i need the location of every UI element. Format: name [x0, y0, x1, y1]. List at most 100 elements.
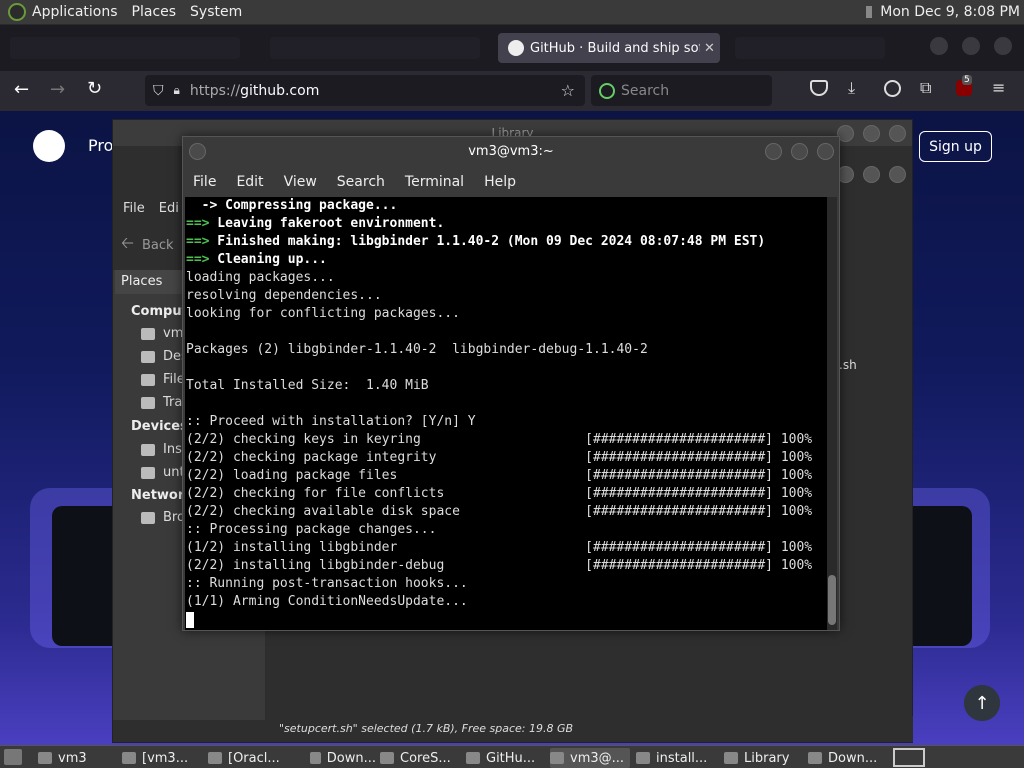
taskbar-item[interactable]: GitHu... [466, 748, 548, 768]
workspace-switcher-icon[interactable] [893, 748, 925, 767]
scroll-top-button[interactable]: ↑ [964, 685, 1000, 721]
shield-icon[interactable]: ⛉ [153, 83, 164, 99]
pocket-icon[interactable] [810, 80, 828, 96]
taskbar-item-label: Down... [828, 750, 878, 766]
desktop: Applications Places System Mon Dec 9, 8:… [0, 0, 1024, 768]
desktop-icon [141, 351, 155, 363]
menu-edit[interactable]: Edi [159, 201, 179, 216]
close-icon[interactable] [889, 125, 906, 142]
close-icon[interactable] [994, 37, 1012, 55]
terminal-line: (2/2) checking for file conflicts [#####… [186, 485, 827, 503]
trash-icon [141, 397, 155, 409]
window-icon [310, 752, 321, 764]
show-desktop-icon[interactable] [4, 749, 22, 765]
menu-applications[interactable]: Applications [32, 4, 118, 20]
bookmark-star-icon[interactable]: ☆ [561, 81, 575, 100]
menu-places[interactable]: Places [132, 4, 177, 20]
search-field[interactable]: Search [591, 75, 772, 106]
forward-icon[interactable]: → [50, 79, 65, 100]
taskbar-item-label: Library [744, 750, 790, 766]
terminal-line-text: :: Processing package changes... [186, 522, 437, 537]
back-icon[interactable]: ← [14, 79, 29, 100]
search-engine-icon[interactable] [599, 82, 615, 99]
terminal-line-text: loading packages... [186, 270, 335, 285]
taskbar-item[interactable]: Down... [808, 748, 888, 768]
terminal-line-text: (2/2) checking package integrity [######… [186, 450, 813, 465]
taskbar-item[interactable]: CoreS... [380, 748, 462, 768]
distro-logo-icon[interactable] [8, 3, 26, 21]
url-text[interactable]: https://github.com [190, 83, 319, 99]
scrollbar-thumb[interactable] [828, 575, 836, 625]
tab-background[interactable] [735, 37, 885, 59]
menu-search[interactable]: Search [337, 174, 385, 190]
window-icon [466, 752, 480, 764]
minimize-icon[interactable] [189, 143, 206, 160]
terminal-output[interactable]: -> Compressing package... ==> Leaving fak… [185, 197, 827, 630]
menu-system[interactable]: System [190, 4, 242, 20]
network-icon [141, 512, 155, 524]
terminal-line: ==> Cleaning up... [186, 251, 827, 269]
terminal-cursor [186, 611, 194, 628]
network-indicator-icon[interactable] [866, 6, 873, 18]
window-icon [38, 752, 52, 764]
app-menu-icon[interactable]: ≡ [992, 78, 1005, 97]
terminal-line-text: (2/2) checking available disk space [###… [186, 504, 813, 519]
taskbar-item[interactable]: Down... [310, 748, 376, 768]
tab-title: GitHub · Build and ship soft [530, 40, 700, 56]
nav-product[interactable]: Pro [88, 136, 113, 155]
url-bar[interactable]: ⛉ 🔒︎ https://github.com ☆ [145, 75, 585, 106]
tab-background[interactable] [270, 37, 480, 59]
terminal-line-text: (1/1) Arming ConditionNeedsUpdate... [186, 594, 468, 609]
minimize-icon[interactable] [765, 143, 782, 160]
terminal-line: Packages (2) libgbinder-1.1.40-2 libgbin… [186, 341, 827, 359]
taskbar-item[interactable]: [Oracl... [208, 748, 306, 768]
taskbar-item-label: install... [656, 750, 708, 766]
taskbar-item[interactable]: Library [724, 748, 804, 768]
downloads-icon[interactable]: ⤓ [848, 78, 855, 98]
tab-close-icon[interactable]: ✕ [704, 41, 715, 56]
maximize-icon[interactable] [791, 143, 808, 160]
taskbar-item-label: vm3@... [570, 750, 625, 766]
terminal-line: :: Running post-transaction hooks... [186, 575, 827, 593]
taskbar-item[interactable]: vm3@... [550, 748, 630, 768]
sidebar-item-trash[interactable]: Tra [163, 395, 182, 410]
extensions-icon[interactable]: ⧉ [920, 78, 931, 98]
tab-background[interactable] [10, 37, 240, 59]
terminal-line: :: Proceed with installation? [Y/n] Y [186, 413, 827, 431]
taskbar-item[interactable]: [vm3... [122, 748, 204, 768]
taskbar-item[interactable]: vm3 [38, 748, 118, 768]
terminal-line: (2/2) checking package integrity [######… [186, 449, 827, 467]
back-arrow-icon: 🡠 [121, 233, 134, 252]
terminal-line-text: (2/2) checking for file conflicts [#####… [186, 486, 813, 501]
close-icon[interactable] [817, 143, 834, 160]
menu-file[interactable]: File [123, 201, 145, 216]
minimize-icon[interactable] [930, 37, 948, 55]
menu-view[interactable]: View [284, 174, 317, 190]
file-name-fragment[interactable]: .sh [839, 358, 857, 372]
maximize-icon[interactable] [863, 125, 880, 142]
lock-icon[interactable]: 🔒︎ [174, 83, 180, 98]
terminal-line-text: (2/2) loading package files [###########… [186, 468, 813, 483]
github-logo-icon[interactable] [33, 130, 65, 162]
clock[interactable]: Mon Dec 9, 8:08 PM [880, 4, 1020, 20]
menu-terminal[interactable]: Terminal [405, 174, 464, 190]
reload-icon[interactable]: ↻ [87, 78, 102, 99]
maximize-icon[interactable] [962, 37, 980, 55]
terminal-line: Total Installed Size: 1.40 MiB [186, 377, 827, 395]
menu-file[interactable]: File [193, 174, 216, 190]
menu-edit[interactable]: Edit [236, 174, 263, 190]
terminal-line: (1/1) Arming ConditionNeedsUpdate... [186, 593, 827, 611]
window-icon [550, 752, 564, 764]
maximize-icon[interactable] [863, 166, 880, 183]
terminal-lines: -> Compressing package... ==> Leaving fak… [185, 197, 827, 629]
terminal-scrollbar[interactable] [827, 197, 837, 630]
close-icon[interactable] [889, 166, 906, 183]
terminal-line-text: Total Installed Size: 1.40 MiB [186, 378, 429, 393]
menu-help[interactable]: Help [484, 174, 516, 190]
taskbar-item[interactable]: install... [636, 748, 720, 768]
window-icon [636, 752, 650, 764]
signup-button[interactable]: Sign up [919, 131, 992, 162]
account-icon[interactable] [884, 80, 901, 97]
back-button[interactable]: 🡠 Back [121, 232, 174, 259]
tab-github[interactable]: GitHub · Build and ship soft ✕ [498, 33, 720, 63]
